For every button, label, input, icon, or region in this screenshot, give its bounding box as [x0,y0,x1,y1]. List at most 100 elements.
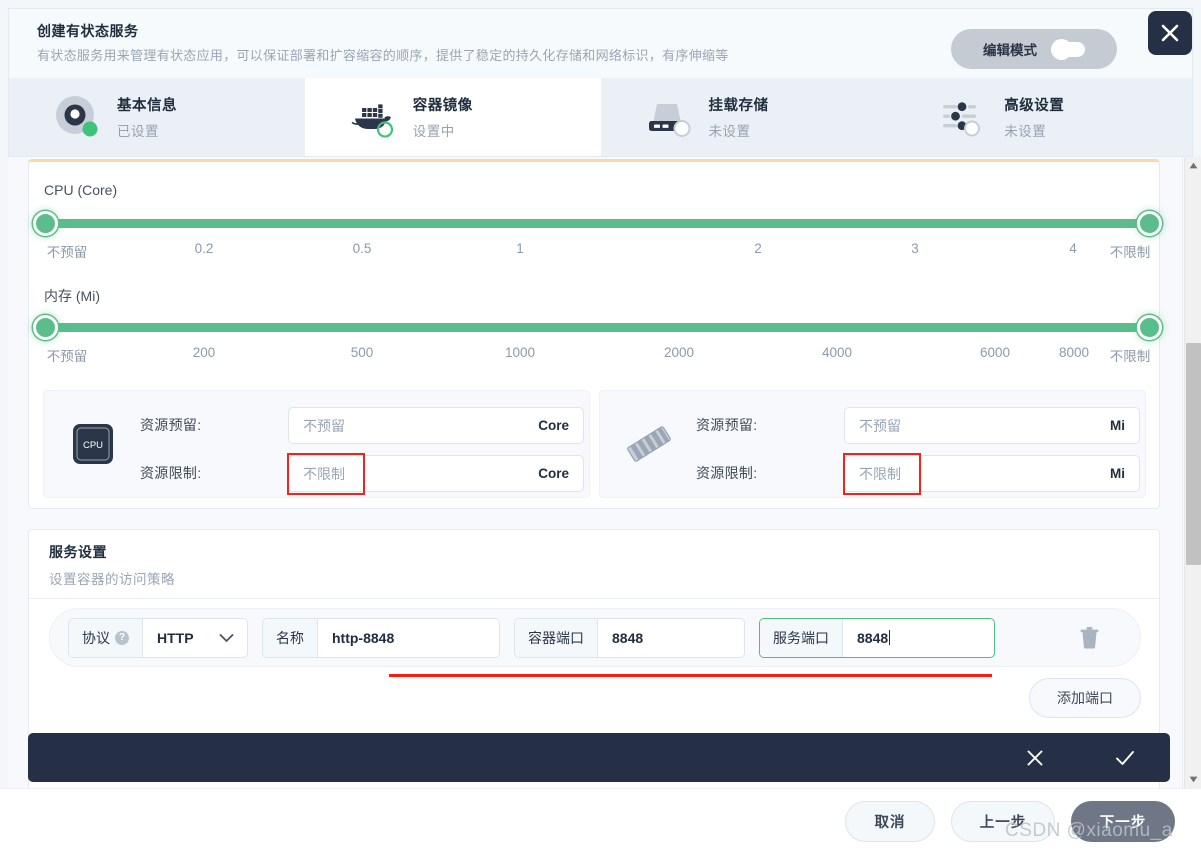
protocol-label: 协议 [82,629,110,646]
cpu-tick: 0.2 [194,241,214,256]
cpu-reserve-label: 资源预留: [140,417,202,433]
cpu-chip-icon: CPU [66,417,120,471]
dialog-header: 创建有状态服务 有状态服务用来管理有状态应用，可以保证部署和扩容缩容的顺序，提供… [8,8,1193,78]
port-mapping-row: 协议 ? HTTP 名称 http-8848 容器端口 8848 服务端口 88… [49,608,1141,667]
service-port-value[interactable]: 8848 [843,618,905,657]
next-step-button[interactable]: 下一步 [1071,801,1175,842]
protocol-select[interactable]: 协议 ? HTTP [68,617,248,658]
tab-advanced-settings[interactable]: 高级设置 未设置 [896,78,1192,156]
docker-whale-icon [347,91,399,143]
container-port-value[interactable]: 8848 [598,618,658,657]
trash-icon [1080,626,1098,648]
app-root: 创建有状态服务 有状态服务用来管理有状态应用，可以保证部署和扩容缩容的顺序，提供… [0,0,1201,852]
add-port-button[interactable]: 添加端口 [1029,678,1141,718]
scrollbar-thumb[interactable] [1186,343,1201,565]
cpu-tick: 4 [1069,241,1077,256]
close-icon [1161,24,1179,42]
cpu-resource-box: CPU 资源预留: 不预留 Core 资源限制: 不限制 Core [43,390,590,498]
memory-limit-placeholder: 不限制 [859,465,901,482]
memory-tick: 2000 [663,345,695,360]
memory-tick: 不限制 [1109,349,1151,364]
basic-info-icon [51,91,103,143]
service-settings-subtitle: 设置容器的访问策略 [49,572,175,587]
scrollable-body: CPU (Core) 不预留 0.2 0.5 1 2 3 4 不限制 内存 (M… [8,157,1193,788]
tab-container-image[interactable]: 容器镜像 设置中 [304,78,601,156]
resource-settings-panel: CPU (Core) 不预留 0.2 0.5 1 2 3 4 不限制 内存 (M… [28,159,1162,509]
scroll-up-arrow[interactable] [1185,157,1201,174]
page-subtitle: 有状态服务用来管理有状态应用，可以保证部署和扩容缩容的顺序，提供了稳定的持久化存… [37,48,729,63]
tab-status: 未设置 [1004,124,1047,139]
chevron-down-icon[interactable] [219,633,247,643]
memory-tick: 200 [192,345,216,360]
memory-limit-label: 资源限制: [696,465,758,481]
memory-reserve-unit: Mi [1110,418,1125,433]
cpu-reserve-placeholder: 不预留 [303,417,345,434]
tab-label: 高级设置 [1004,98,1065,114]
memory-slider-ticks: 不预留 200 500 1000 2000 4000 6000 8000 不限制 [29,345,1159,364]
cpu-tick: 3 [911,241,919,256]
memory-tick: 8000 [1058,345,1090,360]
vertical-scrollbar[interactable] [1184,157,1201,788]
cpu-slider-handle-max[interactable] [1137,211,1162,236]
delete-port-button[interactable] [1074,623,1104,653]
port-row-highlight-underline [389,674,992,677]
add-port-label: 添加端口 [1057,690,1113,706]
cpu-slider-ticks: 不预留 0.2 0.5 1 2 3 4 不限制 [29,241,1159,260]
cancel-button[interactable]: 取消 [845,801,935,842]
service-name-value[interactable]: http-8848 [318,618,409,657]
memory-limit-input[interactable]: 不限制 Mi [844,455,1140,492]
tab-advanced-settings-text: 高级设置 未设置 [1004,94,1064,140]
action-bar-cancel-button[interactable] [990,748,1080,768]
protocol-label-addon: 协议 ? [69,618,143,657]
storage-disk-icon [643,91,695,143]
service-name-field[interactable]: 名称 http-8848 [262,617,500,658]
memory-tick: 500 [350,345,374,360]
help-icon[interactable]: ? [115,630,129,645]
service-name-label: 名称 [263,618,318,657]
memory-tick: 6000 [979,345,1011,360]
tab-mount-storage[interactable]: 挂载存储 未设置 [601,78,897,156]
memory-slider-track[interactable] [37,323,1150,332]
close-button[interactable] [1148,11,1192,55]
cpu-limit-placeholder: 不限制 [303,465,345,482]
tab-basic-info-text: 基本信息 已设置 [117,94,177,140]
scroll-down-arrow[interactable] [1185,771,1201,788]
tab-label: 挂载存储 [708,98,769,114]
service-port-field[interactable]: 服务端口 8848 [759,617,995,658]
service-settings-title: 服务设置 [49,544,107,560]
cpu-tick: 2 [754,241,762,256]
check-mark-icon [1116,750,1134,765]
cpu-slider-label: CPU (Core) [44,182,118,198]
cpu-limit-unit: Core [538,466,569,481]
cpu-slider-handle-min[interactable] [33,211,58,236]
cpu-tick: 不预留 [46,245,88,260]
page-title: 创建有状态服务 [37,23,139,39]
x-mark-icon [1027,750,1043,765]
memory-resource-box: 资源预留: 不预留 Mi 资源限制: 不限制 Mi [599,390,1146,498]
cpu-limit-input[interactable]: 不限制 Core [288,455,584,492]
memory-slider-handle-max[interactable] [1137,315,1162,340]
cpu-tick: 0.5 [352,241,372,256]
cpu-reserve-input[interactable]: 不预留 Core [288,407,584,444]
toggle-knob [1051,38,1072,60]
memory-reserve-input[interactable]: 不预留 Mi [844,407,1140,444]
memory-slider-handle-min[interactable] [33,315,58,340]
protocol-value: HTTP [143,618,208,657]
previous-step-button[interactable]: 上一步 [951,801,1055,842]
memory-tick: 1000 [504,345,536,360]
container-port-field[interactable]: 容器端口 8848 [514,617,745,658]
tab-status: 未设置 [708,124,751,139]
content-right-border [1182,157,1183,788]
memory-tick: 4000 [821,345,853,360]
memory-tick: 不预留 [46,349,88,364]
edit-mode-toggle[interactable]: 编辑模式 [951,29,1117,69]
cpu-slider-track[interactable] [37,219,1150,228]
tab-basic-info[interactable]: 基本信息 已设置 [9,78,305,156]
container-port-label: 容器端口 [515,618,598,657]
action-bar-confirm-button[interactable] [1080,748,1170,768]
toggle-track[interactable] [1051,38,1085,60]
service-port-label: 服务端口 [760,618,843,657]
memory-reserve-label: 资源预留: [696,417,758,433]
cpu-tick: 不限制 [1109,245,1151,260]
tab-label: 基本信息 [117,98,177,114]
